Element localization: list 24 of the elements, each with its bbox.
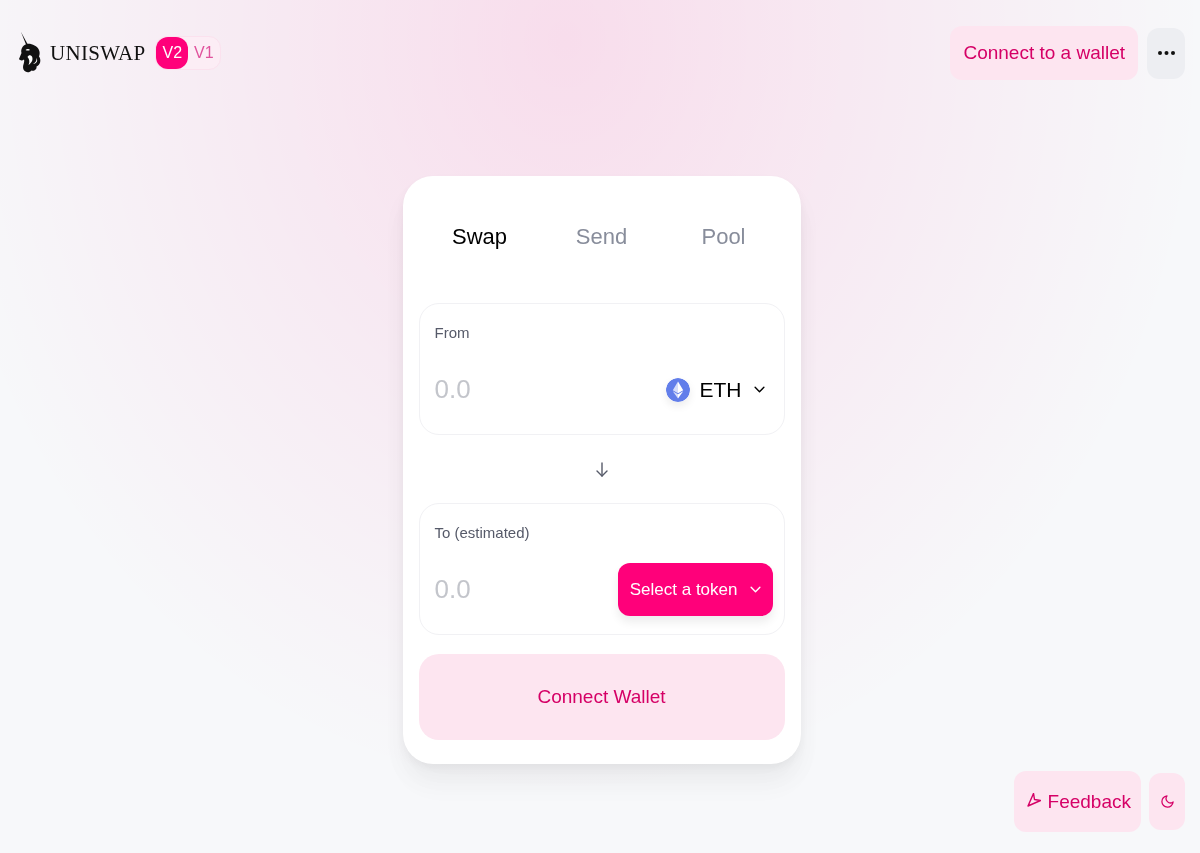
theme-toggle-button[interactable] [1149,773,1185,830]
tab[interactable]: Swap [447,220,511,254]
more-icon [1157,51,1175,55]
panel-label: From [434,323,470,343]
chevron-down-icon [753,386,765,393]
version-button[interactable]: V1 [188,37,220,69]
more-button[interactable] [1147,27,1185,79]
arrow-down-icon[interactable] [595,461,608,477]
amount-input[interactable]: 0.0 [434,572,610,607]
connect-wallet-button[interactable]: Connect Wallet [418,654,785,740]
tab[interactable]: Pool [697,220,750,254]
version-button[interactable]: V2 [156,37,189,69]
feedback-button[interactable]: Feedback [1013,771,1141,832]
select-token-button[interactable]: Select a token [617,563,773,616]
amount-input[interactable]: 0.0 [434,372,658,407]
eth-icon [665,377,690,402]
unicorn-logo-icon [18,32,42,74]
wordmark: UNISWAP [50,40,146,66]
moon-icon [1159,794,1175,809]
token-selector-button[interactable]: ETH [665,363,773,416]
panel-label: To (estimated) [434,523,530,543]
connect-wallet-button[interactable]: Connect to a wallet [950,26,1138,80]
chevron-down-icon [749,586,761,593]
tab[interactable]: Send [571,220,632,254]
